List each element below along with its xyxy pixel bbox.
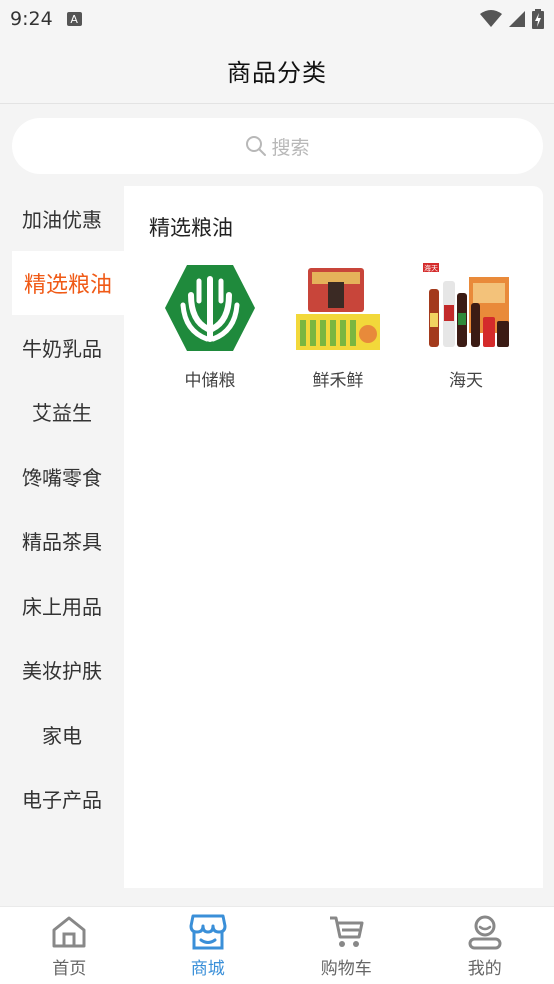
sidebar-item-bedding[interactable]: 床上用品 [0, 573, 124, 638]
brand-item-xianhexian[interactable]: 鲜禾鲜 [274, 260, 402, 391]
page-title: 商品分类 [227, 59, 327, 87]
brand-name: 中储粮 [184, 371, 236, 391]
signal-icon [509, 11, 525, 27]
store-icon [188, 912, 228, 952]
nav-label: 首页 [52, 959, 87, 979]
home-icon [49, 912, 89, 952]
sidebar-item-beauty[interactable]: 美妆护肤 [0, 638, 124, 703]
search-bar[interactable]: 搜索 [12, 118, 543, 174]
nav-label: 购物车 [320, 959, 372, 979]
category-sidebar: 加油优惠 精选粮油 牛奶乳品 艾益生 馋嘴零食 精品茶具 床上用品 美妆护肤 家… [0, 186, 124, 888]
zhongchuliang-logo [162, 260, 258, 356]
sidebar-item-oil-discount[interactable]: 加油优惠 [0, 186, 124, 251]
notification-a-icon: A [66, 12, 82, 26]
cart-icon [326, 912, 366, 952]
brand-grid: 中储粮 鲜禾鲜 海天 海天 [146, 260, 530, 391]
search-icon [246, 136, 267, 156]
brand-item-haitian[interactable]: 海天 海天 [402, 260, 530, 391]
nav-label: 我的 [467, 959, 502, 979]
status-icons [480, 9, 544, 29]
sidebar-item-grain-oil[interactable]: 精选粮油 [12, 250, 124, 315]
sidebar-item-electronics[interactable]: 电子产品 [0, 767, 124, 832]
sidebar-item-dairy[interactable]: 牛奶乳品 [0, 315, 124, 380]
battery-icon [532, 9, 544, 29]
bottom-nav: 首页 商城 购物车 我的 [0, 906, 554, 984]
nav-label: 商城 [190, 959, 225, 979]
brand-item-zhongchuliang[interactable]: 中储粮 [146, 260, 274, 391]
search-placeholder: 搜索 [271, 136, 310, 159]
sidebar-item-appliances[interactable]: 家电 [0, 702, 124, 767]
brand-name: 海天 [449, 371, 483, 391]
sidebar-item-snacks[interactable]: 馋嘴零食 [0, 444, 124, 509]
category-content: 精选粮油 中储粮 鲜禾鲜 海天 海天 [124, 186, 543, 888]
section-title: 精选粮油 [149, 216, 233, 240]
sidebar-item-ai-yi-sheng[interactable]: 艾益生 [0, 380, 124, 445]
status-bar: 9:24 A [0, 0, 554, 38]
xianhexian-product-image [290, 260, 386, 356]
nav-item-home[interactable]: 首页 [0, 907, 139, 984]
haitian-logo-text: 海天 [424, 264, 438, 273]
wifi-icon [480, 10, 502, 27]
haitian-product-image: 海天 [418, 260, 514, 356]
status-time: 9:24 [10, 8, 53, 30]
nav-item-cart[interactable]: 购物车 [277, 907, 416, 984]
page-header: 商品分类 [0, 38, 554, 104]
brand-name: 鲜禾鲜 [312, 371, 364, 391]
profile-icon [465, 912, 505, 952]
sidebar-item-tea-sets[interactable]: 精品茶具 [0, 509, 124, 574]
nav-item-store[interactable]: 商城 [139, 907, 278, 984]
nav-item-profile[interactable]: 我的 [416, 907, 554, 984]
